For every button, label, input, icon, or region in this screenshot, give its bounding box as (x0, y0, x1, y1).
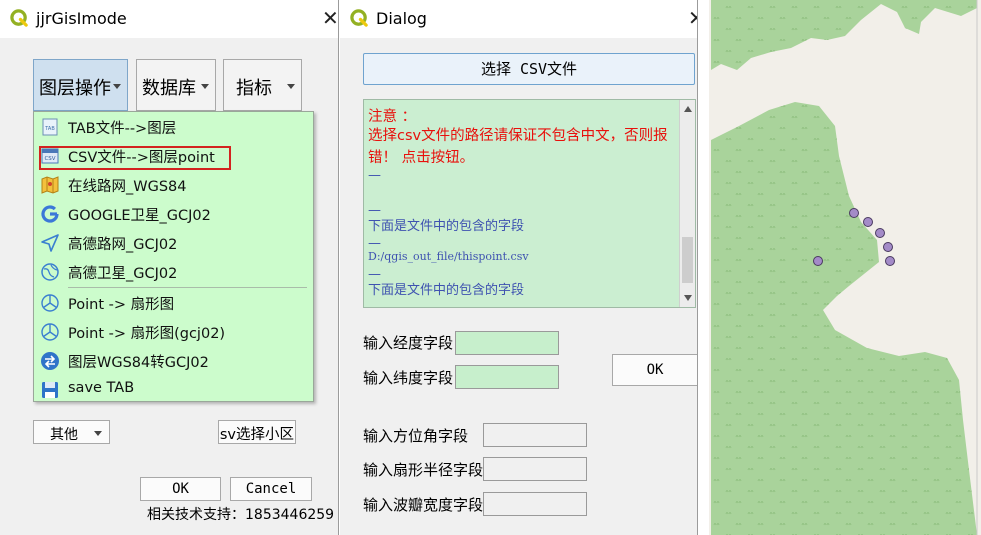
map-point[interactable] (883, 242, 893, 252)
lat-field-input[interactable] (455, 365, 559, 389)
map-point[interactable] (875, 228, 885, 238)
dialog-window: Dialog ✕ 选择 CSV文件 注意 ： 选择csv文件的路径请保证不包含中… (340, 0, 698, 535)
scroll-up-icon[interactable] (684, 106, 692, 112)
highlight-box (39, 146, 231, 170)
tab-file-icon: TAB (42, 118, 58, 136)
map-svg[interactable] (699, 0, 981, 535)
qgis-logo-icon (10, 9, 28, 27)
database-dropdown[interactable]: 数据库 (136, 59, 216, 111)
menu-item-google-satellite[interactable]: GOOGLE卫星_GCJ02 (34, 199, 313, 228)
map-gap (699, 0, 709, 535)
lon-field-label: 输入经度字段 (363, 334, 454, 352)
metrics-dropdown[interactable]: 指标 (223, 59, 302, 111)
close-icon[interactable]: ✕ (688, 6, 697, 30)
beamwidth-field-input[interactable] (483, 492, 587, 516)
window-title: Dialog (376, 9, 427, 28)
chevron-down-icon (201, 84, 209, 89)
menu-item-point-sector-gcj02[interactable]: Point -> 扇形图(gcj02) (34, 317, 313, 346)
file-path: D:/qgis_out_file/thispoint.csv (368, 250, 529, 263)
sector-icon (41, 294, 59, 312)
qgis-logo-icon (350, 9, 368, 27)
menu-item-tab-to-layer[interactable]: TAB TAB文件-->图层 (34, 112, 313, 141)
close-icon[interactable]: ✕ (322, 6, 338, 30)
log-output[interactable]: 注意 ： 选择csv文件的路径请保证不包含中文，否则报 错！ 点击按钮。 — —… (363, 99, 696, 308)
support-text: 相关技术支持：1853446259 (147, 507, 335, 523)
map-point[interactable] (849, 208, 859, 218)
chevron-down-icon (287, 84, 295, 89)
other-combo[interactable]: 其他 (33, 420, 110, 444)
select-csv-button[interactable]: 选择 CSV文件 (363, 53, 695, 85)
window-title: jjrGisImode (36, 9, 127, 28)
navigation-icon (41, 234, 59, 252)
svg-text:TAB: TAB (44, 126, 55, 132)
menu-item-point-sector[interactable]: Point -> 扇形图 (34, 288, 313, 317)
separator-text: — (368, 168, 381, 183)
select-cell-button[interactable]: sv选择小区 (218, 420, 296, 444)
azimuth-field-label: 输入方位角字段 (363, 427, 469, 445)
globe-icon (41, 263, 59, 281)
fields-label: 下面是文件中的包含的字段 (368, 219, 525, 234)
azimuth-field-input[interactable] (483, 423, 587, 447)
separator-text: — (368, 236, 381, 251)
chevron-down-icon (113, 84, 121, 89)
lat-field-label: 输入纬度字段 (363, 369, 454, 387)
map-icon (41, 176, 59, 194)
radius-field-input[interactable] (483, 457, 587, 481)
convert-icon (41, 352, 59, 370)
menu-item-save-tab[interactable]: save TAB (34, 375, 313, 404)
menu-item-amap-satellite[interactable]: 高德卫星_GCJ02 (34, 257, 313, 286)
ok-button[interactable]: OK (140, 477, 221, 501)
save-icon (42, 382, 58, 398)
google-icon (41, 205, 59, 223)
menu-item-amap-roads[interactable]: 高德路网_GCJ02 (34, 228, 313, 257)
dialog-ok-button[interactable]: OK (612, 354, 697, 386)
vertical-scrollbar[interactable] (679, 100, 695, 307)
radius-field-label: 输入扇形半径字段 (363, 461, 484, 479)
cancel-button[interactable]: Cancel (230, 477, 312, 501)
map-point[interactable] (863, 217, 873, 227)
layer-ops-dropdown[interactable]: 图层操作 (33, 59, 128, 111)
menu-item-online-roads[interactable]: 在线路网_WGS84 (34, 170, 313, 199)
fields-label: 下面是文件中的包含的字段 (368, 283, 525, 298)
scroll-thumb[interactable] (682, 237, 693, 283)
sector-icon (41, 323, 59, 341)
menu-item-wgs84-to-gcj02[interactable]: 图层WGS84转GCJ02 (34, 346, 313, 375)
plugin-titlebar: jjrGisImode ✕ (0, 0, 338, 38)
map-point[interactable] (885, 256, 895, 266)
lon-field-input[interactable] (455, 331, 559, 355)
beamwidth-field-label: 输入波瓣宽度字段 (363, 496, 484, 514)
warning-line: 选择csv文件的路径请保证不包含中文，否则报 (368, 128, 668, 144)
warning-line: 错！ 点击按钮。 (368, 150, 475, 166)
chevron-down-icon (94, 431, 102, 436)
plugin-window: jjrGisImode ✕ 图层操作 数据库 指标 TAB TAB文件-->图层… (0, 0, 339, 535)
dialog-titlebar: Dialog ✕ (340, 0, 697, 38)
warning-title: 注意 ： (368, 109, 417, 125)
map-canvas[interactable] (699, 0, 981, 535)
map-point[interactable] (813, 256, 823, 266)
scroll-down-icon[interactable] (684, 295, 692, 301)
